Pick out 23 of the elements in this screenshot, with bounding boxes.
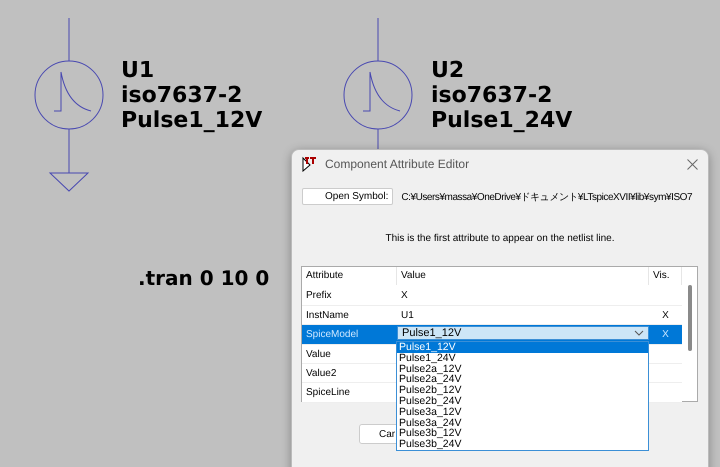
attribute-cell[interactable]: Value	[302, 344, 397, 364]
column-header: Attribute	[302, 267, 397, 285]
caret-icon	[634, 330, 644, 336]
value-label: Pulse1_24V	[431, 108, 572, 133]
value-label: Pulse1_12V	[121, 108, 262, 133]
visibility-cell: X	[649, 325, 682, 345]
dropdown-option[interactable]: Pulse1_12V	[397, 342, 648, 353]
window-title: Component Attribute Editor	[325, 157, 470, 171]
column-header: Vis.	[649, 267, 682, 285]
attribute-cell[interactable]: SpiceModel	[302, 325, 397, 345]
model-label: iso7637-2	[431, 83, 554, 108]
model-label: iso7637-2	[121, 83, 244, 108]
symbol-path: C:¥Users¥massa¥OneDrive¥ドキュメント¥LTspiceXVII¥lib¥sym¥ISO7	[401, 190, 692, 204]
model-combobox[interactable]: Pulse1_12V	[397, 326, 649, 340]
instance-name: U2	[431, 58, 466, 83]
open-symbol-button[interactable]: Open Symbol:	[302, 188, 394, 205]
spice-directive: .tran 0 10 0	[138, 266, 270, 290]
app-logo-icon	[301, 156, 317, 172]
instance-name: U1	[121, 58, 156, 83]
column-header: Value	[397, 267, 649, 285]
scrollbar-thumb[interactable]	[688, 285, 692, 351]
attribute-description: This is the first attribute to appear on the netlist line.	[384, 233, 616, 244]
close-icon[interactable]	[687, 158, 698, 170]
